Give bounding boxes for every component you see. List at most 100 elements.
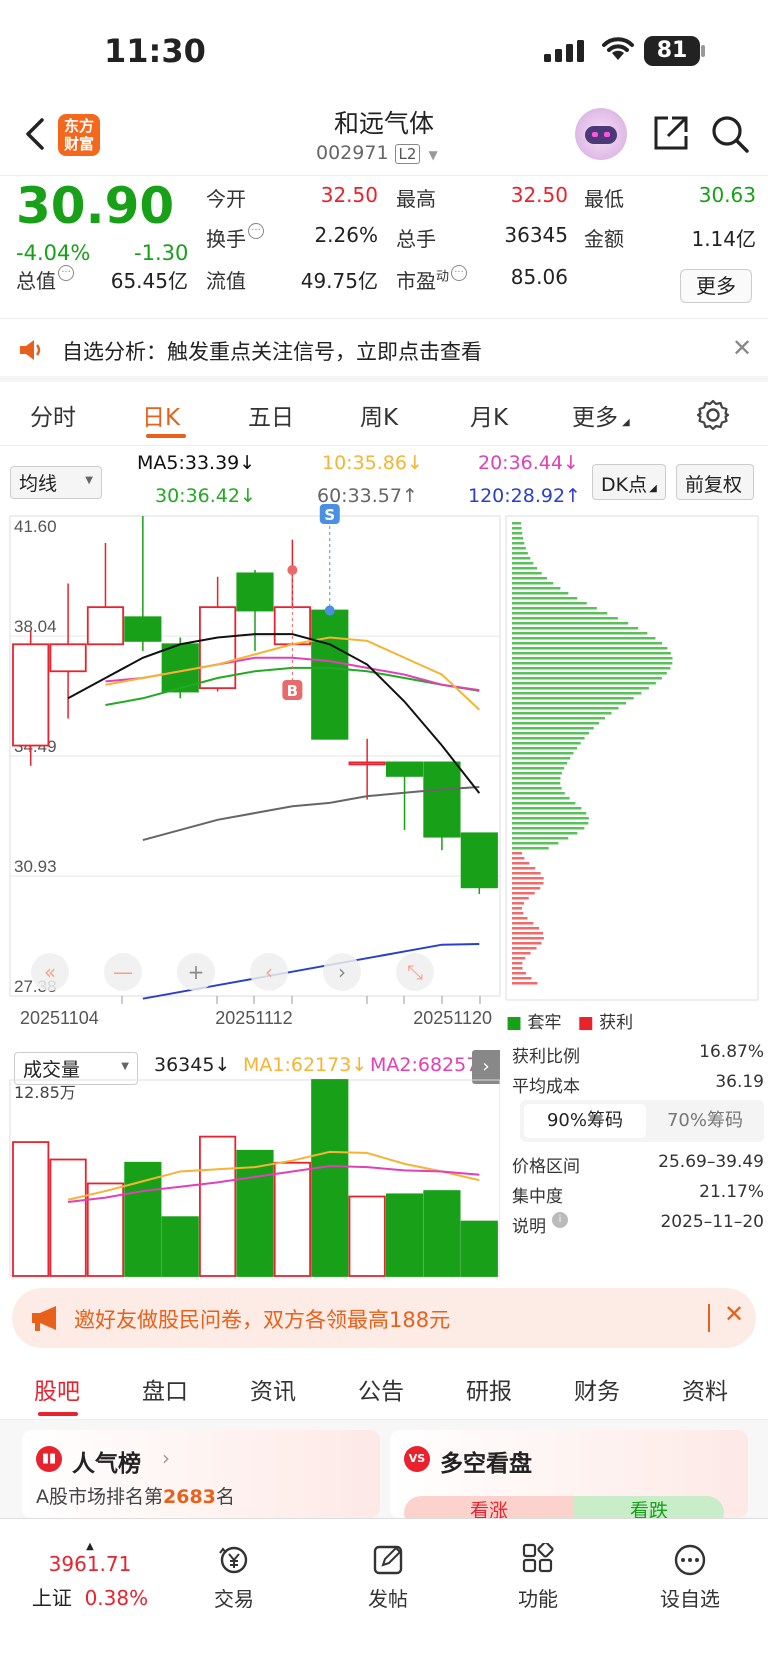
chip-legend: ■ 套牢 ■ 获利 [506, 1013, 634, 1033]
low-label: 最低 [584, 187, 624, 211]
kline-chart[interactable]: 41.6038.0434.4930.9327.38SB« — + ‹ › ⤡2025110… [0, 446, 768, 1036]
prev-icon[interactable]: ‹ [250, 953, 288, 991]
tab-daily-k[interactable]: 日K [142, 398, 180, 432]
bull-bear-card[interactable]: VS 多空看盘 看涨 看跌 [390, 1430, 748, 1518]
info-icon[interactable]: ··· [248, 223, 264, 239]
chip-bar [512, 662, 673, 665]
more-button[interactable]: 更多 [680, 269, 752, 303]
more-dots-icon [674, 1544, 706, 1576]
chip-bar [512, 752, 574, 755]
chip-bar [512, 732, 589, 735]
chip-bar [512, 677, 662, 680]
chip-bar [512, 927, 540, 930]
tab-pankou[interactable]: 盘口 [142, 1372, 188, 1406]
zoom-in-icon[interactable]: + [177, 953, 215, 991]
pe-label: 市盈动 ··· [396, 265, 468, 294]
chip-bar [512, 527, 522, 530]
assistant-avatar[interactable] [575, 108, 627, 160]
vote-up-button[interactable]: 看涨 [404, 1496, 574, 1518]
chip-bar [512, 587, 561, 590]
feature-cards: ▮▮ 人气榜 › A股市场排名第2683名 VS 多空看盘 看涨 看跌 [0, 1420, 768, 1518]
chip-bar [512, 647, 668, 650]
info-icon[interactable]: ··· [451, 265, 468, 281]
fast-back-icon[interactable]: « [31, 953, 69, 991]
chip-bar [512, 767, 565, 770]
date-tick-label: 20251120 [413, 1008, 492, 1028]
high-value: 32.50 [510, 183, 568, 207]
tab-guba[interactable]: 股吧 [34, 1372, 80, 1406]
control-glyph: « [44, 960, 56, 984]
chip-bar [512, 627, 639, 630]
chip-bar [512, 552, 528, 555]
tab-news[interactable]: 资讯 [250, 1372, 296, 1406]
caret-icon: ◢ [622, 417, 630, 428]
chip-bar [512, 962, 523, 965]
settings-gear-icon[interactable] [696, 398, 730, 432]
volume-bar [348, 1195, 386, 1277]
volume-bar [199, 1135, 237, 1277]
chip-bar [512, 972, 526, 975]
next-icon[interactable]: › [323, 953, 361, 991]
tab-five-day[interactable]: 五日 [248, 398, 294, 432]
zoom-out-icon[interactable]: — [104, 953, 142, 991]
chip-bar [512, 637, 656, 640]
close-icon[interactable]: ✕ [732, 334, 752, 362]
nav-functions[interactable]: 功能 [478, 1543, 598, 1612]
chip-bar [512, 612, 608, 615]
fullscreen-icon[interactable]: ⤡ [396, 953, 434, 991]
signal-notice[interactable]: 自选分析：触发重点关注信号，立即点击查看 ✕ [0, 320, 768, 382]
price-tick-label: 30.93 [14, 857, 57, 876]
vote-down-button[interactable]: 看跌 [574, 1496, 724, 1518]
nav-trade[interactable]: 交易 [174, 1543, 294, 1612]
search-icon[interactable] [710, 114, 750, 154]
chip-bar [512, 897, 529, 900]
profit-ratio-row: 获利比例 16.87% [512, 1042, 764, 1067]
tab-70-chip[interactable]: 70%筹码 [646, 1104, 764, 1138]
bottom-toolbar: ▲ 3961.71 上证 0.38% 交易 发帖 功能 设自选 [0, 1518, 768, 1665]
robot-icon [585, 126, 617, 144]
share-icon[interactable] [652, 114, 690, 152]
grid-icon [522, 1543, 554, 1573]
kline-period-tabs: 分时 日K 五日 周K 月K 更多 ◢ [0, 384, 768, 446]
tab-financials[interactable]: 财务 [574, 1372, 620, 1406]
float-label: 流值 [206, 269, 246, 293]
tab-more[interactable]: 更多 ◢ [572, 398, 630, 432]
promo-banner[interactable]: 邀好友做股民问卷，双方各领最高188元 ✕ [12, 1288, 756, 1348]
nav-post[interactable]: 发帖 [328, 1543, 448, 1612]
tab-announcements[interactable]: 公告 [358, 1372, 404, 1406]
stock-code[interactable]: 002971 L2 ▼ [316, 142, 438, 164]
note-row[interactable]: 说明 i 2025–11–20 [512, 1212, 764, 1237]
chip-bar [512, 957, 526, 960]
chip-bar [512, 937, 544, 940]
tab-intraday[interactable]: 分时 [30, 398, 76, 432]
chip-bar [512, 797, 570, 800]
rank-text: A股市场排名第2683名 [36, 1486, 235, 1508]
chip-bar [512, 832, 578, 835]
signal-icon [544, 40, 584, 62]
chip-stats: 获利比例 16.87% 平均成本 36.19 90%筹码 70%筹码 价格区间 25.6… [512, 1040, 764, 1280]
info-icon[interactable]: ··· [58, 265, 74, 281]
info-icon: i [552, 1212, 568, 1228]
vs-icon: VS [404, 1446, 430, 1472]
popularity-card[interactable]: ▮▮ 人气榜 › A股市场排名第2683名 [22, 1430, 380, 1518]
close-icon[interactable]: ✕ [724, 1300, 744, 1328]
content-tabs: 股吧 盘口 资讯 公告 研报 财务 资料 [0, 1356, 768, 1420]
stock-code-text: 002971 [316, 142, 389, 164]
tab-monthly-k[interactable]: 月K [470, 398, 508, 432]
chip-bar [512, 887, 541, 890]
tab-research[interactable]: 研报 [466, 1372, 512, 1406]
tab-90-chip[interactable]: 90%筹码 [524, 1104, 646, 1138]
tab-weekly-k[interactable]: 周K [360, 398, 398, 432]
sell-marker-dot [324, 605, 335, 616]
promo-text: 邀好友做股民问卷，双方各领最高188元 [74, 1308, 451, 1332]
chip-bar [512, 657, 673, 660]
chip-bar [512, 572, 542, 575]
chip-bar [512, 522, 522, 525]
tab-profile[interactable]: 资料 [682, 1372, 728, 1406]
volume-bar [124, 1161, 162, 1277]
chip-bar [512, 867, 536, 870]
nav-add-watchlist[interactable]: 设自选 [630, 1543, 750, 1612]
amount-label: 金额 [584, 227, 624, 251]
index-ticker[interactable]: ▲ 3961.71 上证 0.38% [20, 1541, 160, 1611]
volume-value: 36345 [504, 223, 568, 247]
